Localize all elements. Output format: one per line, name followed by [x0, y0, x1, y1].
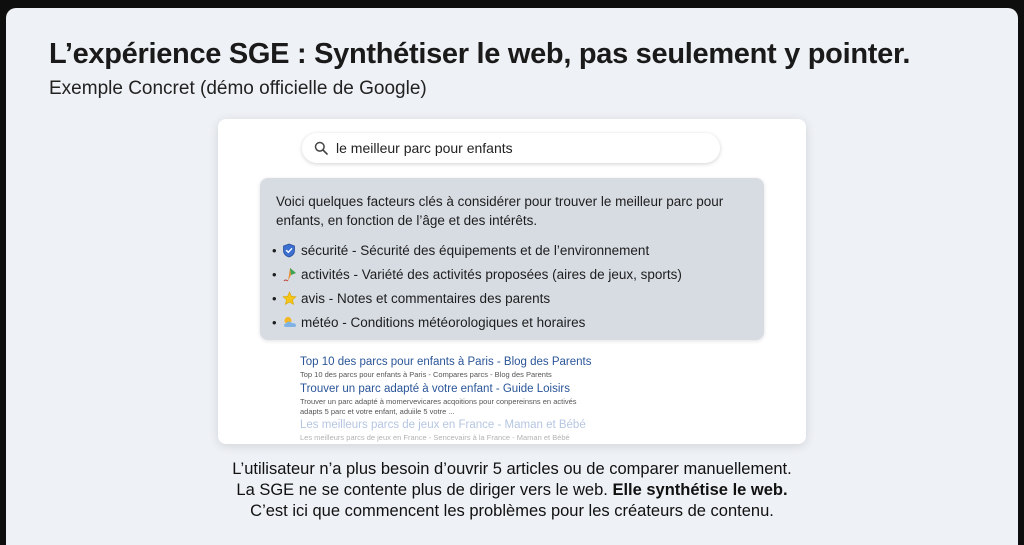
bullet: • [272, 290, 277, 306]
slide-caption: L’utilisateur n’a plus besoin d’ouvrir 5… [6, 459, 1018, 522]
list-item: • activités - Variété des activités prop… [272, 262, 682, 286]
result-snippet: Trouver un parc adapté à momervevicares … [300, 397, 577, 406]
kite-icon [282, 266, 299, 282]
bullet: • [272, 314, 277, 330]
star-icon [282, 290, 299, 306]
ai-overview-list: • sécurité - Sécurité des équipements et… [272, 238, 682, 334]
caption-line-1: L’utilisateur n’a plus besoin d’ouvrir 5… [232, 460, 792, 478]
result-snippet: Les meilleurs parcs de jeux en France - … [300, 433, 570, 442]
result-link[interactable]: Top 10 des parcs pour enfants à Paris - … [300, 355, 592, 369]
ai-overview-panel: Voici quelques facteurs clés à considére… [260, 178, 764, 340]
list-item-text: avis - Notes et commentaires des parents [301, 290, 551, 306]
list-item: • sécurité - Sécurité des équipements et… [272, 238, 682, 262]
slide-title: L’expérience SGE : Synthétiser le web, p… [49, 38, 911, 70]
list-item: • météo - Conditions météorologiques et … [272, 310, 682, 334]
result-link[interactable]: Les meilleurs parcs de jeux en France - … [300, 418, 586, 432]
list-item: • avis - Notes et commentaires des paren… [272, 286, 682, 310]
search-result: Les meilleurs parcs de jeux en France - … [300, 418, 586, 442]
caption-emphasis: Elle synthétise le web. [612, 481, 788, 499]
bullet: • [272, 242, 277, 258]
result-snippet: Top 10 des parcs pour enfants à Paris - … [300, 370, 552, 379]
slide: L’expérience SGE : Synthétiser le web, p… [6, 8, 1018, 545]
search-demo-card: Voici quelques facteurs clés à considére… [218, 119, 806, 444]
search-result: Top 10 des parcs pour enfants à Paris - … [300, 355, 592, 379]
bullet: • [272, 266, 277, 282]
search-bar[interactable] [302, 133, 720, 163]
result-link[interactable]: Trouver un parc adapté à votre enfant - … [300, 382, 577, 396]
slide-subtitle: Exemple Concret (démo officielle de Goog… [49, 78, 427, 99]
list-item-text: sécurité - Sécurité des équipements et d… [301, 242, 650, 258]
search-input[interactable] [336, 140, 696, 156]
search-icon [314, 141, 328, 155]
result-snippet: adapts 5 parc et votre enfant, aduiile 5… [300, 407, 455, 416]
list-item-text: activités - Variété des activités propos… [301, 266, 682, 282]
list-item-text: météo - Conditions météorologiques et ho… [301, 314, 586, 330]
shield-icon [282, 242, 299, 258]
caption-line-3: C’est ici que commencent les problèmes p… [250, 502, 774, 520]
caption-line-2: La SGE ne se contente plus de diriger ve… [236, 481, 613, 499]
weather-icon [282, 314, 299, 330]
search-result: Trouver un parc adapté à votre enfant - … [300, 382, 577, 416]
ai-overview-intro: Voici quelques facteurs clés à considére… [276, 194, 724, 228]
